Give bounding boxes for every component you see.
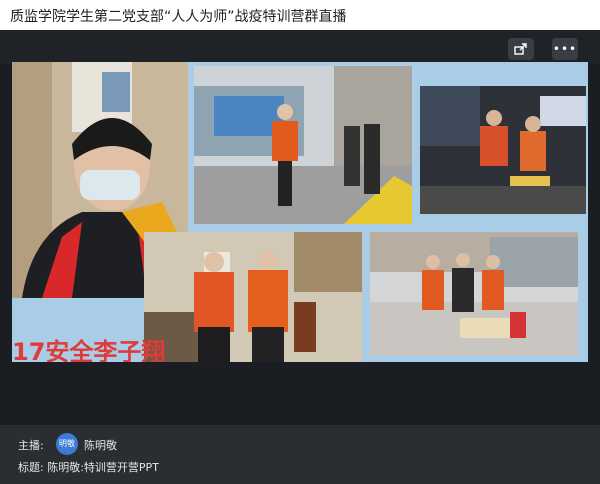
photo-checkpoint-street <box>194 66 412 224</box>
presentation-slide: 17安全李子翔 <box>12 62 588 362</box>
live-info-bar: 主播: 明敬 陈明敬 标题: 陈明敬:特训营开营PPT <box>0 425 600 484</box>
window-title: 质监学院学生第二党支部“人人为师”战疫特训营群直播 <box>10 9 347 25</box>
more-icon[interactable]: ••• <box>552 38 578 60</box>
host-name: 陈明敬 <box>84 439 117 452</box>
host-avatar[interactable]: 明敬 <box>56 433 78 455</box>
slide-caption: 17安全李子翔 <box>12 338 166 362</box>
window-titlebar: 质监学院学生第二党支部“人人为师”战疫特训营群直播 <box>0 0 600 30</box>
photo-night-checkpoint <box>420 86 586 214</box>
stream-title-label: 标题: <box>18 461 44 474</box>
photo-volunteers-indoor <box>144 232 362 362</box>
host-label: 主播: <box>18 439 44 452</box>
stream-title: 标题: 陈明敬:特训营开营PPT <box>18 459 159 475</box>
live-video-stage[interactable]: ••• 17安全李子翔 <box>0 30 600 430</box>
video-toolbar: ••• <box>0 30 600 64</box>
photo-residential-checkpoint <box>370 232 578 356</box>
stream-title-value: 陈明敬:特训营开营PPT <box>47 461 159 474</box>
share-icon[interactable] <box>508 38 534 60</box>
